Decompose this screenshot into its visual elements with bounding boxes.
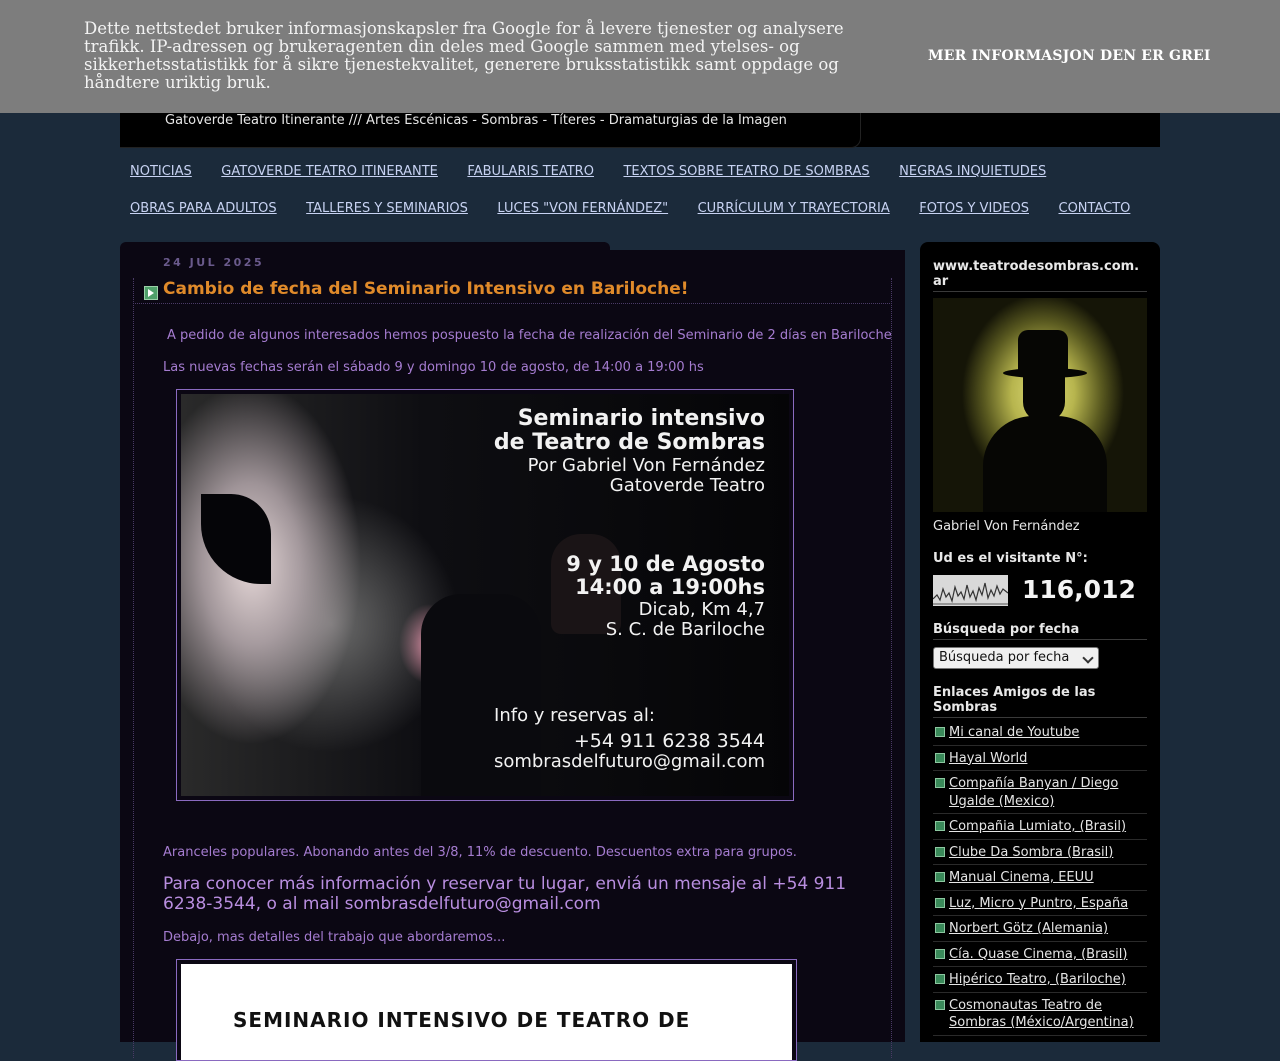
bullet-icon — [935, 897, 945, 908]
flyer-title: de Teatro de Sombras — [493, 430, 765, 455]
nav-link-noticias[interactable]: NOTICIAS — [130, 164, 192, 179]
bullet-icon — [935, 846, 945, 857]
list-item: Compañia Lumiato, (Brasil) — [933, 818, 1147, 840]
flyer-photo: Seminario intensivo de Teatro de Sombras… — [181, 394, 789, 796]
bullet-icon — [935, 821, 945, 831]
nav-link-negras-inquietudes[interactable]: NEGRAS INQUIETUDES — [899, 164, 1046, 179]
bullet-icon — [935, 999, 945, 1010]
list-item: Cosmonautas Teatro de Sombras (México/Ar… — [933, 997, 1147, 1036]
sidebar-site-title: www.teatrodesombras.com.ar — [933, 259, 1147, 292]
main-column: 24 JUL 2025 Cambio de fecha del Seminari… — [120, 242, 905, 1061]
details-image-body: SEMINARIO INTENSIVO DE TEATRO DE — [181, 964, 792, 1060]
visitor-graph-icon — [932, 575, 1009, 606]
visitor-heading: Ud es el visitante N°: — [933, 551, 1088, 566]
post-date: 24 JUL 2025 — [163, 256, 265, 269]
friend-links-list: Mi canal de Youtube Hayal World Compañía… — [933, 724, 1147, 1040]
profile-photo[interactable] — [933, 298, 1147, 512]
bullet-icon — [935, 752, 945, 763]
nav-link-fotos-videos[interactable]: FOTOS Y VIDEOS — [919, 201, 1029, 216]
nav-row-2: OBRAS PARA ADULTOS TALLERES Y SEMINARIOS… — [130, 201, 1160, 216]
list-item: Luz, Micro y Puntro, España — [933, 895, 1147, 916]
post-paragraph: A pedido de algunos interesados hemos po… — [167, 328, 892, 343]
list-item: Hipérico Teatro, (Bariloche) — [933, 971, 1147, 993]
list-item: Manual Cinema, EEUU — [933, 869, 1147, 891]
archive-heading: Búsqueda por fecha — [933, 622, 1147, 640]
flyer-phone: +54 911 6238 3544 — [573, 730, 765, 752]
bullet-icon — [935, 974, 945, 984]
friend-link[interactable]: Norbert Götz (Alemania) — [949, 921, 1108, 936]
nav-link-gatoverde[interactable]: GATOVERDE TEATRO ITINERANTE — [221, 164, 438, 179]
details-image-title: SEMINARIO INTENSIVO DE TEATRO DE — [233, 1008, 691, 1032]
bullet-icon — [935, 872, 945, 882]
friend-link[interactable]: Mi canal de Youtube — [949, 725, 1079, 740]
seminar-flyer-image[interactable]: Seminario intensivo de Teatro de Sombras… — [176, 389, 794, 801]
friend-link[interactable]: Hipérico Teatro, (Bariloche) — [949, 972, 1126, 987]
shadow-figure — [201, 494, 271, 584]
cookie-message: Dette nettstedet bruker informasjonskaps… — [84, 19, 844, 92]
post-paragraph: Las nuevas fechas serán el sábado 9 y do… — [163, 360, 704, 375]
nav-link-talleres[interactable]: TALLERES Y SEMINARIOS — [306, 201, 468, 216]
flyer-company: Gatoverde Teatro — [609, 475, 765, 496]
bullet-icon — [935, 923, 945, 933]
friend-link[interactable]: Cía. Quase Cinema, (Brasil) — [949, 947, 1127, 962]
post-paragraph-large: Para conocer más información y reservar … — [163, 874, 847, 914]
nav-link-obras-adultos[interactable]: OBRAS PARA ADULTOS — [130, 201, 277, 216]
friend-link[interactable]: Manual Cinema, EEUU — [949, 870, 1094, 885]
nav-link-curriculum[interactable]: CURRÍCULUM Y TRAYECTORIA — [698, 201, 890, 216]
post-paragraph: Aranceles populares. Abonando antes del … — [163, 845, 797, 860]
post-title-bar: Cambio de fecha del Seminario Intensivo … — [133, 278, 890, 304]
flyer-email: sombrasdelfuturo@gmail.com — [493, 751, 765, 772]
post-title[interactable]: Cambio de fecha del Seminario Intensivo … — [163, 279, 688, 299]
cookie-banner: Dette nettstedet bruker informasjonskaps… — [0, 0, 1280, 113]
flyer-dates: 9 y 10 de Agosto — [566, 552, 765, 576]
list-item: Mi canal de Youtube — [933, 724, 1147, 746]
list-item: Compañía Banyan / Diego Ugalde (Mexico) — [933, 775, 1147, 814]
flyer-info: Info y reservas al: — [494, 705, 655, 726]
bullet-icon — [935, 727, 945, 737]
nav-link-contacto[interactable]: CONTACTO — [1059, 201, 1131, 216]
list-item: Clube Da Sombra (Brasil) — [933, 844, 1147, 865]
links-heading: Enlaces Amigos de las Sombras — [933, 685, 1147, 718]
archive-dropdown-value: Búsqueda por fecha — [939, 650, 1070, 665]
list-item: Norbert Götz (Alemania) — [933, 920, 1147, 942]
decor — [605, 242, 905, 250]
flyer-title: Seminario intensivo — [517, 406, 765, 431]
visitor-count: 116,012 — [1022, 575, 1136, 604]
friend-link[interactable]: Compañía Banyan / Diego Ugalde (Mexico) — [949, 776, 1118, 809]
nav-link-fabularis[interactable]: FABULARIS TEATRO — [467, 164, 594, 179]
nav-link-luces[interactable]: LUCES "VON FERNÁNDEZ" — [497, 201, 668, 216]
arrow-icon — [144, 286, 158, 300]
decor — [600, 242, 610, 250]
flyer-city: S. C. de Bariloche — [605, 619, 765, 640]
friend-link[interactable]: Cosmonautas Teatro de Sombras (México/Ar… — [949, 998, 1134, 1031]
blog-description: Gatoverde Teatro Itinerante /// Artes Es… — [165, 113, 787, 128]
more-info-button[interactable]: MER INFORMASJON — [928, 48, 1095, 64]
list-item: Hayal World — [933, 750, 1147, 771]
nav-row-1: NOTICIAS GATOVERDE TEATRO ITINERANTE FAB… — [130, 164, 1076, 179]
nav-link-textos[interactable]: TEXTOS SOBRE TEATRO DE SOMBRAS — [623, 164, 869, 179]
decor — [1018, 330, 1068, 372]
friend-link[interactable]: Compañia Lumiato, (Brasil) — [949, 819, 1126, 834]
flyer-place: Dicab, Km 4,7 — [638, 599, 765, 620]
friend-link[interactable]: Clube Da Sombra (Brasil) — [949, 845, 1113, 860]
bullet-icon — [935, 778, 945, 788]
sidebar: www.teatrodesombras.com.ar Gabriel Von F… — [920, 242, 1160, 1042]
seminar-details-image[interactable]: SEMINARIO INTENSIVO DE TEATRO DE — [176, 959, 797, 1061]
flyer-hours: 14:00 a 19:00hs — [575, 575, 765, 599]
flyer-author: Por Gabriel Von Fernández — [527, 455, 765, 476]
accept-cookies-button[interactable]: DEN ER GREI — [1100, 48, 1211, 64]
decor — [1023, 372, 1065, 422]
bullet-icon — [935, 948, 945, 959]
list-item: Cía. Quase Cinema, (Brasil) — [933, 946, 1147, 967]
friend-link[interactable]: Hayal World — [949, 751, 1027, 766]
archive-dropdown[interactable]: Búsqueda por fecha — [933, 647, 1099, 669]
friend-link[interactable]: Luz, Micro y Puntro, España — [949, 896, 1128, 911]
chevron-down-icon — [1082, 652, 1094, 664]
post-paragraph: Debajo, mas detalles del trabajo que abo… — [163, 930, 506, 945]
profile-name: Gabriel Von Fernández — [933, 519, 1080, 534]
decor — [983, 416, 1107, 512]
